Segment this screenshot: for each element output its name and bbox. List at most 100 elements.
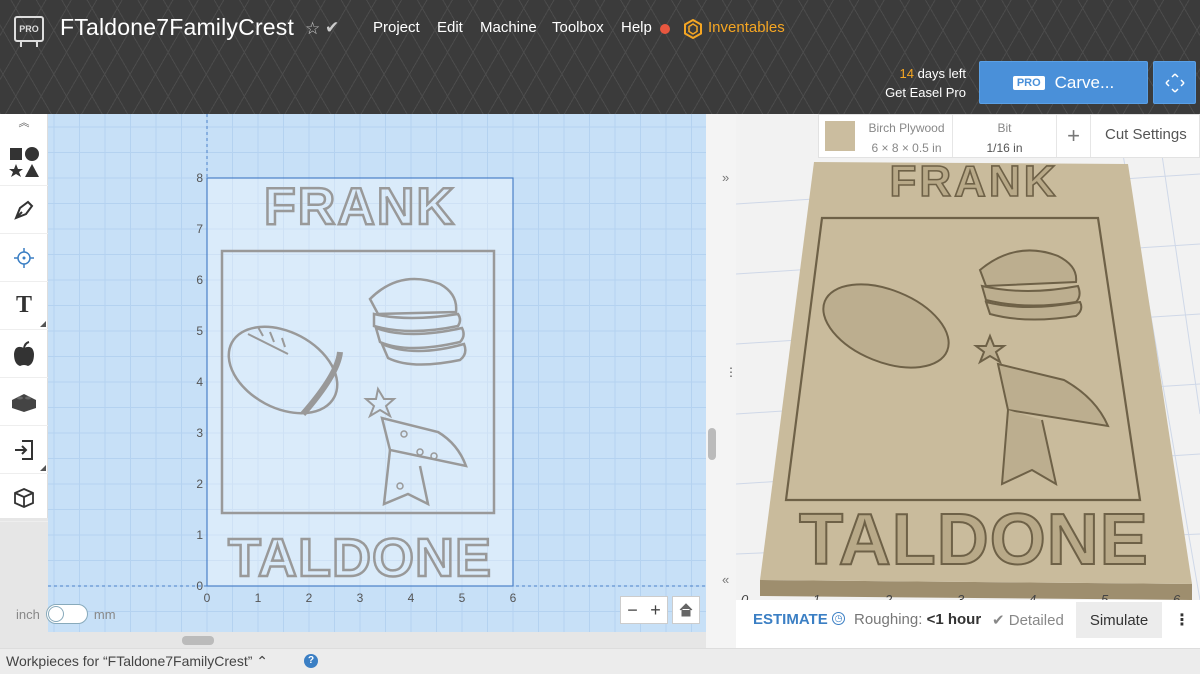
x-tick-label: 2: [306, 591, 313, 605]
workpieces-label[interactable]: Workpieces for “FTaldone7FamilyCrest” ⌃: [6, 653, 268, 670]
vertical-scrollbar[interactable]: [708, 428, 716, 460]
crosshair-icon: [14, 247, 34, 268]
workpiece-area[interactable]: [207, 178, 513, 586]
import-icon: [15, 439, 33, 460]
star-icon[interactable]: ☆: [305, 19, 320, 39]
menu-machine[interactable]: Machine: [480, 19, 537, 36]
x-tick-label: 3: [357, 591, 364, 605]
simulate-button[interactable]: Simulate: [1076, 602, 1162, 638]
toolbar-collapse-button[interactable]: ︽: [0, 114, 48, 138]
clock-icon[interactable]: ◷: [832, 612, 845, 625]
expand-preview-icon[interactable]: »: [722, 170, 729, 185]
y-tick-label: 6: [196, 273, 203, 287]
lego-brick-icon: [12, 393, 36, 412]
unit-switch-knob[interactable]: [47, 606, 64, 622]
expand-arrows-icon: [1164, 72, 1185, 93]
trial-days-left: 14 days left: [900, 66, 967, 81]
x-tick-label: 6: [510, 591, 517, 605]
3d-preview[interactable]: FRANK TALDONE 0 1 2 3 4 5 6: [736, 114, 1200, 600]
tool-3d[interactable]: [0, 474, 48, 522]
x-tick-label: 1: [255, 591, 262, 605]
design-svg[interactable]: 012345678 0123456 FRANK TALDONE: [48, 114, 706, 632]
submenu-indicator: [40, 465, 46, 471]
cube-icon: [14, 487, 34, 508]
y-tick-label: 2: [196, 477, 203, 491]
more-options-icon[interactable]: ⋮: [1168, 602, 1196, 638]
preview-x-tick-label: 5: [1101, 592, 1109, 600]
cut-settings-button[interactable]: Cut Settings: [1091, 115, 1187, 157]
preview-x-tick-label: 2: [884, 592, 893, 600]
taldone-text-shape[interactable]: TALDONE: [227, 527, 492, 590]
project-title[interactable]: FTaldone7FamilyCrest: [60, 14, 294, 41]
tool-shapes[interactable]: [0, 138, 48, 186]
detailed-estimate: ✔ Detailed: [992, 612, 1064, 629]
material-info[interactable]: Birch Plywood 6 × 8 × 0.5 in: [861, 115, 953, 157]
material-swatch[interactable]: [825, 121, 855, 151]
menu-project[interactable]: Project: [373, 19, 420, 36]
y-axis-ticks: 0 1 2 3 4 5 6 7 8: [196, 171, 203, 593]
design-canvas[interactable]: 012345678 0123456 FRANK TALDONE: [48, 114, 706, 632]
roughing-estimate: Roughing: <1 hour: [854, 611, 981, 628]
left-toolbar: T: [0, 114, 48, 522]
preview-taldone-text: TALDONE: [799, 500, 1149, 580]
tool-apps[interactable]: [0, 378, 48, 426]
inventables-link[interactable]: Inventables: [708, 19, 785, 36]
fullscreen-button[interactable]: [1153, 61, 1196, 104]
x-tick-label: 5: [459, 591, 466, 605]
text-t-icon: T: [15, 292, 32, 318]
zoom-in-button[interactable]: +: [650, 600, 661, 621]
workpieces-bar[interactable]: Workpieces for “FTaldone7FamilyCrest” ⌃ …: [0, 648, 1200, 674]
get-easel-pro-link[interactable]: Get Easel Pro: [885, 85, 966, 100]
material-name: Birch Plywood: [868, 121, 945, 135]
add-bit-button[interactable]: +: [1057, 115, 1091, 157]
detailed-label: Detailed: [1008, 612, 1064, 629]
estimate-bar: ESTIMATE ◷ Roughing: <1 hour ✔ Detailed …: [736, 600, 1200, 648]
panel-splitter[interactable]: » ⋮ «: [706, 114, 737, 648]
material-dimensions: 6 × 8 × 0.5 in: [871, 141, 942, 155]
days-left-text: days left: [913, 66, 966, 81]
tool-pen[interactable]: [0, 186, 48, 234]
easel-app: PRO FTaldone7FamilyCrest ☆ ✔ Project Edi…: [0, 0, 1200, 674]
unit-toggle[interactable]: inch mm: [16, 604, 116, 624]
y-tick-label: 1: [196, 528, 203, 542]
preview-x-tick-label: 6: [1173, 592, 1181, 600]
bit-label: Bit: [997, 121, 1012, 135]
estimate-label[interactable]: ESTIMATE: [753, 611, 828, 628]
x-tick-label: 4: [408, 591, 415, 605]
unit-switch[interactable]: [45, 604, 88, 624]
help-icon[interactable]: ?: [304, 654, 318, 668]
tool-import[interactable]: [0, 426, 48, 474]
tool-icons[interactable]: [0, 330, 48, 378]
pen-icon: [14, 200, 34, 220]
roughing-label: Roughing:: [854, 611, 927, 628]
menu-toolbox[interactable]: Toolbox: [552, 19, 604, 36]
notification-dot[interactable]: [660, 24, 670, 34]
carve-button[interactable]: PRO Carve...: [979, 61, 1148, 104]
zoom-out-button[interactable]: −: [627, 600, 638, 621]
y-tick-label: 5: [196, 324, 203, 338]
tool-text[interactable]: T: [0, 282, 48, 330]
easel-pro-logo-icon[interactable]: PRO: [14, 16, 44, 47]
zoom-controls: − +: [620, 596, 668, 624]
pro-badge: PRO: [1012, 75, 1045, 90]
preview-x-tick-label: 4: [1029, 592, 1036, 600]
bit-info[interactable]: Bit 1/16 in: [953, 115, 1057, 157]
frank-text-shape[interactable]: FRANK: [263, 177, 456, 238]
home-view-button[interactable]: [672, 596, 700, 624]
collapse-preview-icon[interactable]: «: [722, 572, 729, 587]
bit-value: 1/16 in: [986, 141, 1023, 155]
unit-mm-label[interactable]: mm: [94, 607, 116, 622]
preview-x-tick-label: 0: [741, 592, 749, 600]
preview-svg[interactable]: FRANK TALDONE 0 1 2 3 4 5 6: [736, 114, 1200, 600]
y-tick-label: 8: [196, 171, 203, 185]
preview-x-tick-label: 1: [813, 592, 820, 600]
menu-help[interactable]: Help: [621, 19, 652, 36]
material-panel[interactable]: Birch Plywood 6 × 8 × 0.5 in Bit 1/16 in…: [818, 114, 1200, 158]
y-tick-label: 4: [196, 375, 203, 389]
horizontal-scrollbar[interactable]: [182, 636, 214, 645]
menu-edit[interactable]: Edit: [437, 19, 463, 36]
preview-frank-text: FRANK: [890, 157, 1059, 206]
carve-label: Carve...: [1054, 72, 1115, 92]
tool-target[interactable]: [0, 234, 48, 282]
unit-inch-label[interactable]: inch: [16, 607, 40, 622]
